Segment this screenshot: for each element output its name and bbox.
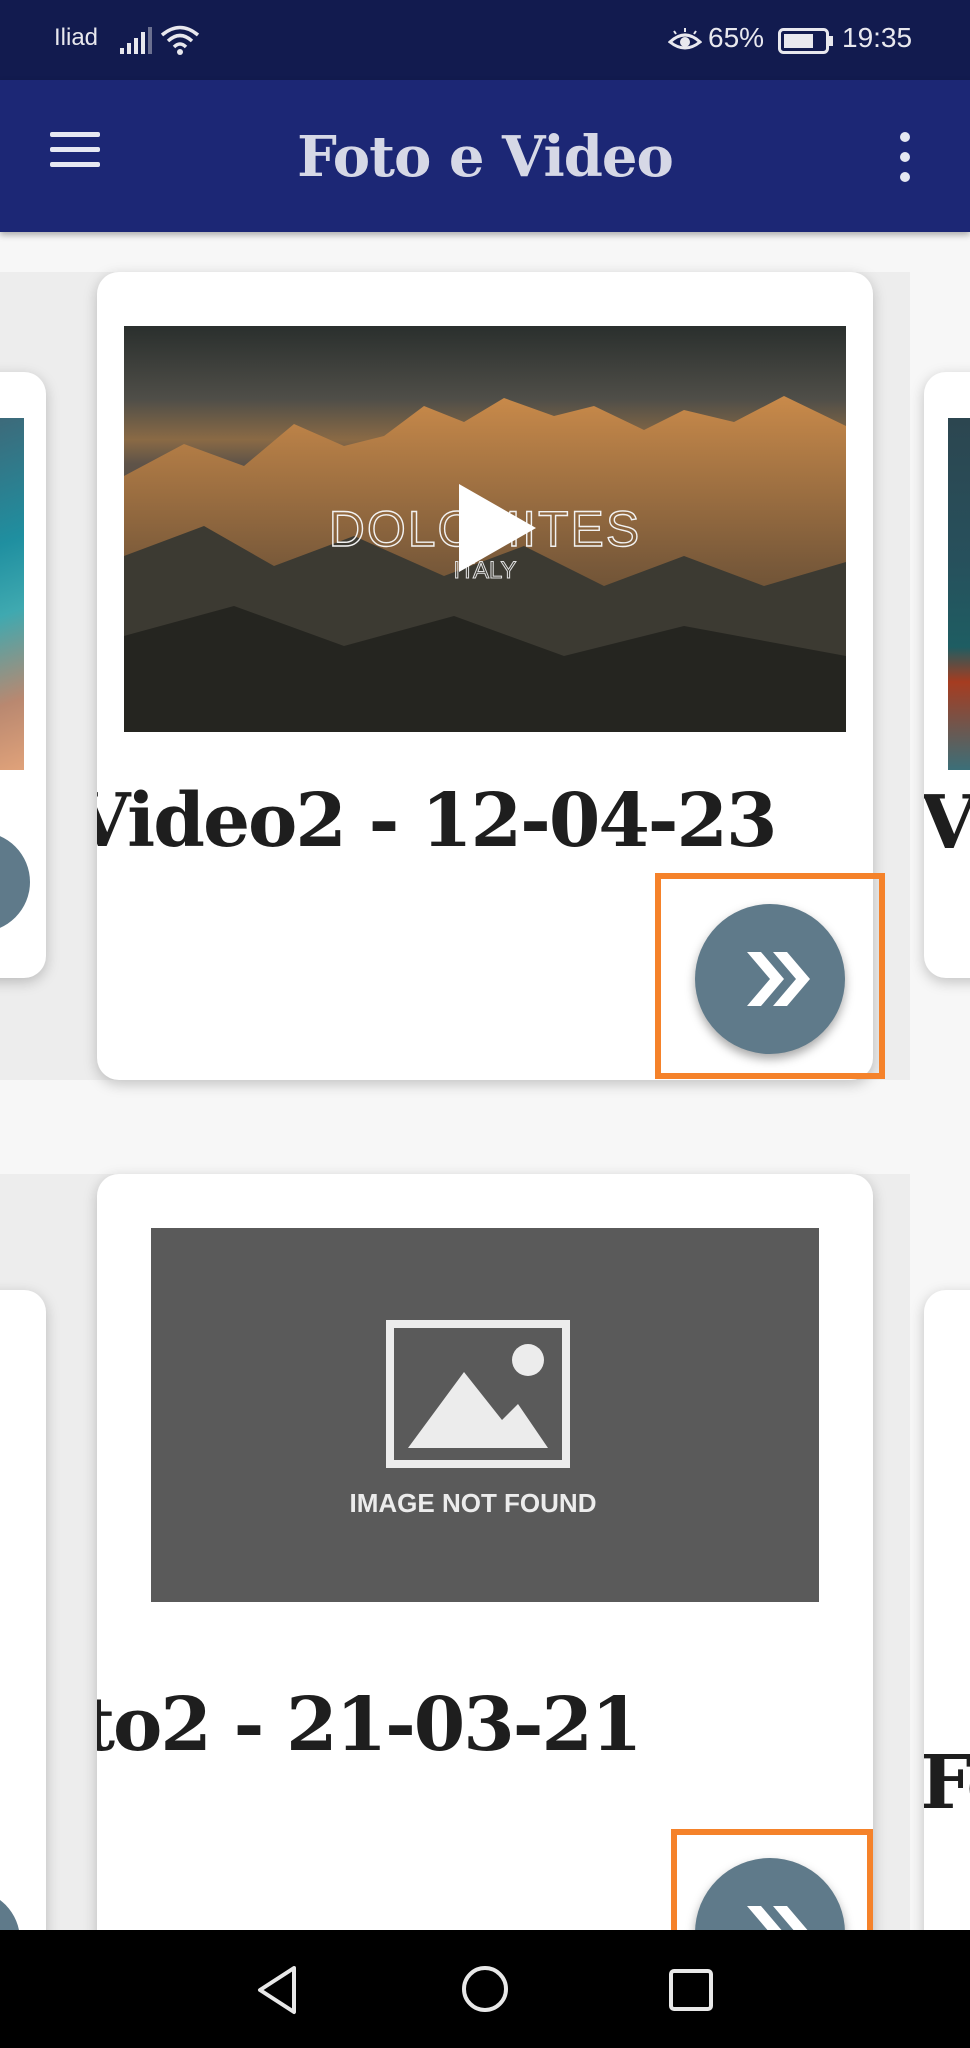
more-dot xyxy=(900,152,910,162)
battery-percent: 65% xyxy=(708,22,765,53)
clock: 19:35 xyxy=(842,22,913,53)
video-thumbnail[interactable]: DOLOMITES ITALY xyxy=(124,326,846,732)
more-options-button[interactable] xyxy=(890,132,920,186)
peek-card-right[interactable]: Fo xyxy=(924,1290,970,1990)
card-title: Video2 - 12-04-23 xyxy=(97,778,777,864)
peek-thumbnail xyxy=(0,418,24,770)
peek-card-title: Vid xyxy=(924,780,970,866)
peek-next-button[interactable] xyxy=(0,832,30,932)
image-placeholder[interactable]: IMAGE NOT FOUND xyxy=(151,1228,819,1602)
card-title: Foto2 - 21-03-21 xyxy=(97,1682,642,1768)
image-not-found-label: IMAGE NOT FOUND xyxy=(349,1488,597,1518)
peek-card-left[interactable] xyxy=(0,372,46,978)
more-dot xyxy=(900,172,910,182)
home-icon[interactable] xyxy=(460,1964,510,2014)
system-nav-bar xyxy=(0,1930,970,2048)
status-bar: Iliad 65% 19:35 xyxy=(0,0,970,80)
peek-thumbnail xyxy=(948,418,970,770)
carrier-label: Iliad xyxy=(54,24,99,51)
image-placeholder-icon xyxy=(386,1320,570,1468)
highlight-box xyxy=(655,873,885,1079)
recents-icon[interactable] xyxy=(668,1968,714,2012)
eye-comfort-icon xyxy=(668,28,702,50)
more-vert-icon xyxy=(900,132,910,142)
wifi-icon xyxy=(160,25,200,55)
back-icon[interactable] xyxy=(254,1964,302,2016)
screen: Iliad 65% 19:35 Foto e Video V ITALY Vid… xyxy=(0,0,970,2048)
page-title: Foto e Video xyxy=(297,124,674,190)
signal-icon xyxy=(120,27,152,54)
peek-card-right[interactable]: Vid xyxy=(924,372,970,978)
battery-icon xyxy=(778,28,833,54)
app-bar: Foto e Video xyxy=(0,80,970,232)
peek-card-left[interactable] xyxy=(0,1290,46,1990)
peek-card-title: Fo xyxy=(924,1740,970,1826)
